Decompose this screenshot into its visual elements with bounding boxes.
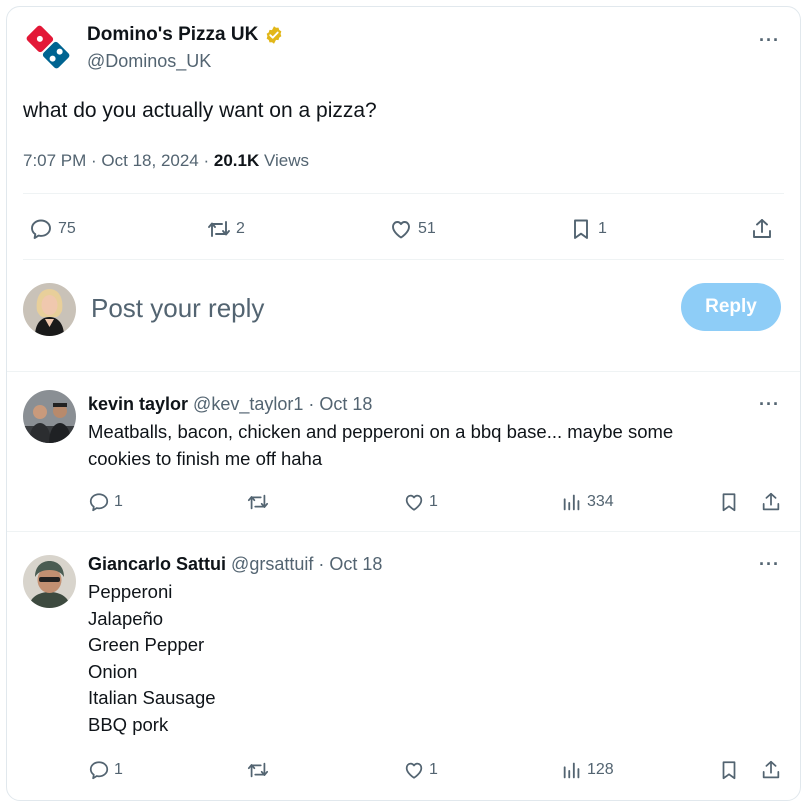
repost-action[interactable]: 2 <box>207 217 245 241</box>
like-action[interactable]: 1 <box>403 759 438 781</box>
reply-count: 1 <box>114 761 123 778</box>
reply-action[interactable]: 1 <box>88 491 123 513</box>
dominos-logo-icon[interactable] <box>24 23 72 71</box>
views-icon <box>563 762 580 779</box>
verified-badge-icon <box>266 26 282 44</box>
more-icon[interactable]: ··· <box>759 395 780 413</box>
share-action[interactable] <box>760 759 782 781</box>
like-icon <box>405 494 423 511</box>
like-count: 1 <box>429 761 438 778</box>
repost-icon <box>247 494 269 510</box>
views-label: Views <box>259 151 310 170</box>
like-count: 51 <box>418 220 436 237</box>
reply-text-line: cookies to finish me off haha <box>88 447 323 469</box>
reply-icon <box>89 761 109 780</box>
views-action[interactable]: 128 <box>561 759 614 781</box>
share-icon <box>753 219 771 238</box>
bookmark-icon <box>574 219 588 239</box>
reply-header: Giancarlo Sattui @grsattuif · Oct 18 <box>88 552 382 576</box>
like-count: 1 <box>429 493 438 510</box>
reply-text: Pepperoni Jalapeño Green Pepper Onion It… <box>88 579 216 738</box>
share-action[interactable] <box>760 491 782 513</box>
repost-count: 2 <box>236 220 245 237</box>
more-icon[interactable]: ··· <box>759 31 780 49</box>
reply-count: 1 <box>114 493 123 510</box>
reply-text-line: Green Pepper <box>88 634 205 655</box>
more-icon[interactable]: ··· <box>759 555 780 573</box>
repost-icon <box>247 762 269 778</box>
avatar[interactable] <box>23 390 76 443</box>
reply-author-meta[interactable]: @grsattuif · Oct 18 <box>226 554 382 574</box>
reply-icon <box>31 219 51 239</box>
author-name[interactable]: Domino's Pizza UK <box>87 23 284 47</box>
bookmark-action[interactable]: 1 <box>569 217 607 241</box>
divider <box>7 531 800 532</box>
avatar[interactable] <box>23 555 76 608</box>
bookmark-action[interactable] <box>718 759 740 781</box>
like-action[interactable]: 51 <box>389 217 436 241</box>
views-action[interactable]: 334 <box>561 491 614 513</box>
reply-text-line: Meatballs, bacon, chicken and pepperoni … <box>88 421 674 442</box>
divider <box>23 259 784 260</box>
views-count: 128 <box>587 761 614 778</box>
views-icon <box>563 494 580 511</box>
reply-button[interactable]: Reply <box>681 283 781 331</box>
reply-text-line: Jalapeño <box>88 607 164 629</box>
divider <box>23 193 784 194</box>
reply-text-line: Onion <box>88 660 138 682</box>
repost-icon <box>208 221 230 237</box>
reply-action[interactable]: 1 <box>88 759 123 781</box>
reply-text-line: Pepperoni <box>88 581 173 602</box>
reply-header: kevin taylor @kev_taylor1 · Oct 18 <box>88 392 372 416</box>
share-action[interactable] <box>750 217 774 241</box>
share-icon <box>762 492 780 511</box>
like-action[interactable]: 1 <box>403 491 438 513</box>
bookmark-count: 1 <box>598 220 607 237</box>
divider <box>7 371 800 372</box>
reply-icon <box>89 493 109 512</box>
repost-action[interactable] <box>247 491 269 513</box>
reply-text-line: Italian Sausage <box>88 687 216 708</box>
author-name-label[interactable]: Domino's Pizza UK <box>87 23 258 47</box>
bookmark-action[interactable] <box>718 491 740 513</box>
bookmark-icon <box>722 493 736 512</box>
like-icon <box>405 762 423 779</box>
reply-author-name[interactable]: Giancarlo Sattui <box>88 554 226 574</box>
reply-count: 75 <box>58 220 76 237</box>
tweet-timestamp[interactable]: 7:07 PM · Oct 18, 2024 · <box>23 151 214 170</box>
reply-input[interactable]: Post your reply <box>91 291 264 325</box>
like-icon <box>392 221 410 239</box>
tweet-text: what do you actually want on a pizza? <box>23 99 377 122</box>
share-icon <box>762 760 780 779</box>
reply-text: Meatballs, bacon, chicken and pepperoni … <box>88 419 673 472</box>
reply-action[interactable]: 75 <box>29 217 76 241</box>
bookmark-icon <box>722 761 736 780</box>
author-handle[interactable]: @Dominos_UK <box>87 50 211 72</box>
reply-text-line: BBQ pork <box>88 713 169 735</box>
tweet-meta: 7:07 PM · Oct 18, 2024 · 20.1K Views <box>23 150 309 172</box>
avatar[interactable] <box>23 283 76 336</box>
views-count: 20.1K <box>213 151 260 170</box>
reply-author-name[interactable]: kevin taylor <box>88 394 188 414</box>
views-count: 334 <box>587 493 614 510</box>
reply-author-meta[interactable]: @kev_taylor1 · Oct 18 <box>188 394 372 414</box>
tweet-card: Domino's Pizza UK @Dominos_UK ··· what d… <box>6 6 801 801</box>
repost-action[interactable] <box>247 759 269 781</box>
